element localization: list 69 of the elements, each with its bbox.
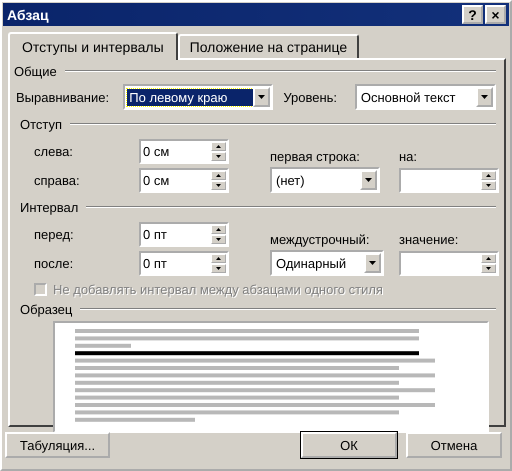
field-label: Уровень: — [283, 90, 338, 104]
field-label: на: — [399, 149, 418, 164]
dropdown[interactable]: По левому краю — [123, 84, 274, 110]
spin-field[interactable] — [399, 250, 499, 276]
dropdown[interactable]: Основной текст — [354, 84, 496, 110]
spin-up-button[interactable] — [481, 170, 496, 180]
spin-up-button[interactable] — [211, 142, 226, 150]
group-label: Образец — [20, 302, 72, 316]
field-label: перед: — [34, 226, 75, 242]
group-label: Общие — [14, 64, 57, 78]
caret-icon — [369, 261, 376, 265]
dropdown-value: Основной текст — [360, 88, 456, 106]
spin-field[interactable]: 0 см — [139, 168, 229, 192]
cancel-button[interactable]: Отмена — [406, 432, 502, 458]
checkbox-label: Не добавлять интервал между абзацами одного стиля — [53, 282, 383, 297]
field-label: слева: — [34, 144, 74, 158]
spin-field[interactable]: 0 см — [139, 138, 229, 164]
spin-up-button[interactable] — [481, 254, 496, 262]
field-label: первая строка: — [270, 149, 361, 164]
spin-up-button[interactable] — [211, 224, 226, 234]
up-arrow-icon — [216, 144, 221, 148]
window-title: Абзац — [7, 6, 49, 22]
field-label: значение: — [399, 232, 460, 247]
spin-down-button[interactable] — [211, 180, 226, 190]
down-arrow-icon — [216, 266, 221, 270]
up-arrow-icon — [216, 256, 221, 260]
spin-down-button[interactable] — [481, 264, 496, 272]
down-arrow-icon — [486, 266, 491, 270]
down-arrow-icon — [216, 184, 221, 186]
down-arrow-icon — [216, 154, 221, 158]
dropdown-value: Одинарный — [275, 254, 348, 272]
down-arrow-icon — [216, 238, 221, 240]
group-label: Интервал — [20, 200, 78, 214]
dropdown-button[interactable] — [364, 253, 381, 273]
caret-icon — [481, 95, 488, 99]
dropdown-button[interactable] — [360, 170, 377, 190]
spin-down-button[interactable] — [211, 264, 226, 272]
up-arrow-icon — [216, 174, 221, 176]
spin-up-button[interactable] — [211, 254, 226, 262]
dropdown[interactable]: (нет) — [270, 167, 380, 193]
up-arrow-icon — [486, 174, 491, 176]
field-label: после: — [34, 256, 74, 270]
field-label: справа: — [34, 172, 81, 188]
field-label: междустрочный: — [270, 232, 370, 247]
up-arrow-icon — [486, 256, 491, 260]
dropdown[interactable]: Одинарный — [270, 250, 384, 276]
dropdown-value: По левому краю — [127, 88, 254, 106]
ok-button[interactable]: ОК — [301, 432, 397, 458]
down-arrow-icon — [486, 184, 491, 186]
spin-field[interactable]: 0 пт — [139, 250, 229, 276]
spin-down-button[interactable] — [481, 180, 496, 190]
spin-field[interactable]: 0 пт — [139, 222, 229, 246]
caret-icon — [258, 95, 266, 99]
caret-icon — [365, 178, 372, 182]
tab[interactable]: Отступы и интервалы — [8, 32, 178, 60]
tabs-button[interactable]: Табуляция... — [5, 432, 110, 458]
spin-field[interactable] — [399, 168, 499, 192]
spin-down-button[interactable] — [211, 152, 226, 160]
close-button[interactable]: × — [485, 5, 506, 24]
field-label: Выравнивание: — [16, 90, 110, 104]
up-arrow-icon — [216, 228, 221, 230]
spin-up-button[interactable] — [211, 170, 226, 180]
spin-down-button[interactable] — [211, 234, 226, 244]
dropdown-button[interactable] — [253, 87, 270, 107]
dropdown-value: (нет) — [275, 172, 306, 188]
tab[interactable]: Положение на странице — [178, 34, 360, 58]
dropdown-button[interactable] — [476, 87, 494, 107]
group-label: Отступ — [20, 116, 62, 132]
help-button[interactable]: ? — [462, 5, 483, 24]
